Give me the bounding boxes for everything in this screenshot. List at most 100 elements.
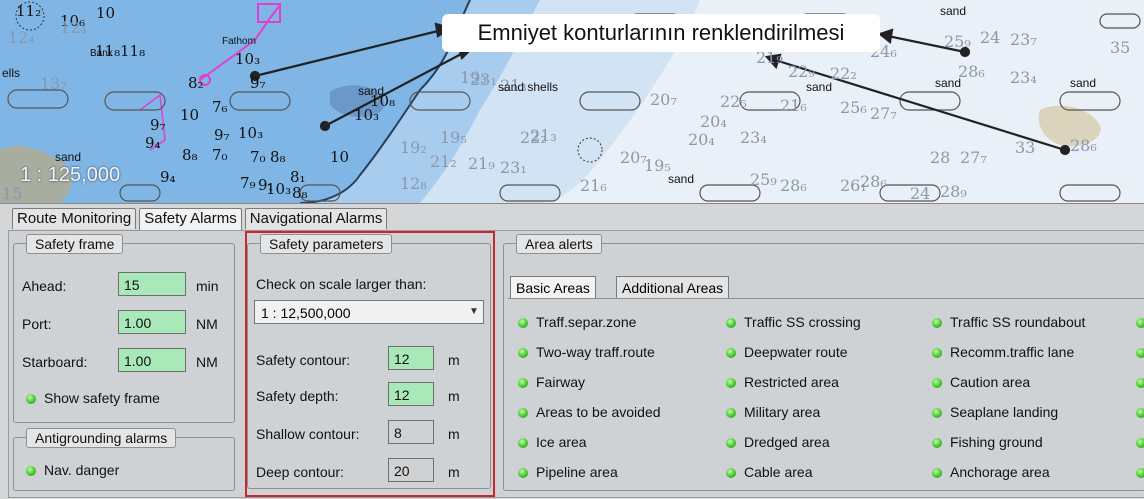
- area-indicator[interactable]: [518, 408, 528, 418]
- tab-route-monitoring[interactable]: Route Monitoring: [12, 208, 137, 229]
- safety-frame-title: Safety frame: [26, 234, 124, 254]
- depth-sounding: 23₇: [1010, 30, 1037, 49]
- port-unit: NM: [196, 316, 218, 332]
- area-indicator[interactable]: [1136, 378, 1144, 388]
- tab-safety-alarms[interactable]: Safety Alarms: [139, 208, 242, 231]
- area-indicator[interactable]: [1136, 318, 1144, 328]
- depth-sounding: 28: [930, 148, 951, 167]
- area-indicator[interactable]: [1136, 408, 1144, 418]
- seabed-label: sand: [940, 4, 967, 18]
- seabed-label: sand: [668, 172, 695, 186]
- depth-sounding: 22₂: [830, 64, 857, 83]
- depth-sounding: 10: [96, 4, 116, 22]
- show-safety-frame-label[interactable]: Show safety frame: [44, 390, 160, 406]
- depth-sounding: 7₉: [240, 174, 256, 192]
- area-alert-label: Traffic SS roundabout: [950, 314, 1086, 330]
- area-indicator[interactable]: [726, 408, 736, 418]
- depth-sounding: 21₉: [468, 154, 495, 173]
- depth-sounding: 23₁: [500, 158, 527, 177]
- area-alert-label: Caution area: [950, 374, 1031, 390]
- seabed-label: sand: [358, 84, 385, 98]
- depth-sounding: 11₂: [16, 2, 42, 20]
- area-alert-label: Cable area: [744, 464, 813, 480]
- ahead-input[interactable]: 15: [118, 272, 186, 296]
- area-indicator[interactable]: [932, 318, 942, 328]
- tab-navigational-alarms[interactable]: Navigational Alarms: [244, 208, 388, 229]
- depth-sounding: 22₅: [720, 92, 747, 111]
- depth-sounding: 10₃: [235, 50, 261, 68]
- area-indicator[interactable]: [1136, 468, 1144, 478]
- area-indicator[interactable]: [932, 348, 942, 358]
- nav-danger-indicator[interactable]: [26, 466, 36, 476]
- area-indicator[interactable]: [518, 468, 528, 478]
- seabed-label: sand: [55, 150, 82, 164]
- area-indicator[interactable]: [726, 318, 736, 328]
- area-indicator[interactable]: [726, 468, 736, 478]
- depth-sounding: 19₅: [644, 156, 671, 175]
- depth-sounding: 20₇: [650, 90, 677, 109]
- depth-sounding: 9₄: [160, 168, 176, 186]
- depth-sounding: 19₂: [400, 138, 427, 157]
- ahead-label: Ahead:: [22, 278, 67, 294]
- depth-sounding: 8₈: [292, 184, 308, 202]
- tab-basic-areas[interactable]: Basic Areas: [510, 276, 596, 299]
- callout-caption: Emniyet konturlarının renklendirilmesi: [442, 14, 880, 52]
- starboard-input[interactable]: 1.00: [118, 348, 186, 372]
- subtab-divider: [508, 298, 1144, 299]
- area-alert-label: Recomm.traffic lane: [950, 344, 1075, 360]
- starboard-label: Starboard:: [22, 354, 88, 370]
- area-indicator[interactable]: [932, 438, 942, 448]
- tab-additional-areas[interactable]: Additional Areas: [616, 276, 730, 299]
- nautical-chart[interactable]: 11₂ 10₆ 11₈ 10 8₂ 9₇ 10₃ 9₄ 8₈ 7₆ 7₀ 9₇ 10 9₇ 10₃ 10₃ 8₈…: [0, 0, 1144, 203]
- area-alert-label: Deepwater route: [744, 344, 848, 360]
- depth-sounding: 8₁: [290, 168, 306, 186]
- depth-sounding: 20₇: [620, 148, 647, 167]
- depth-sounding: 22₂: [520, 128, 547, 147]
- depth-sounding: 21₆: [780, 96, 807, 115]
- depth-sounding: 28₆: [860, 172, 887, 191]
- area-indicator[interactable]: [518, 378, 528, 388]
- area-indicator[interactable]: [932, 468, 942, 478]
- depth-sounding: 23₄: [1010, 68, 1037, 87]
- depth-sounding: 23₄: [740, 128, 767, 147]
- depth-sounding: 9₄: [145, 134, 161, 152]
- depth-sounding: 28₆: [780, 176, 807, 195]
- nav-danger-label[interactable]: Nav. danger: [44, 462, 119, 478]
- antigrounding-group: Antigrounding alarms Nav. danger: [13, 428, 235, 491]
- area-indicator[interactable]: [518, 438, 528, 448]
- port-input[interactable]: 1.00: [118, 310, 186, 334]
- area-alert-label: Fishing ground: [950, 434, 1043, 450]
- seabed-label: sand: [1070, 76, 1097, 90]
- ahead-unit: min: [196, 278, 219, 294]
- depth-sounding: 8₈: [270, 148, 286, 166]
- depth-sounding: 9₇: [214, 126, 230, 144]
- area-indicator[interactable]: [1136, 348, 1144, 358]
- area-alert-label: Two-way traff.route: [536, 344, 655, 360]
- seabed-label: ells: [2, 66, 21, 80]
- area-alert-label: Ice area: [536, 434, 587, 450]
- depth-sounding: 10₃: [266, 180, 292, 198]
- tab-content: Safety frame Ahead: 15 min Port: 1.00 NM…: [8, 230, 1144, 498]
- area-indicator[interactable]: [518, 348, 528, 358]
- depth-sounding: 9₇: [150, 116, 166, 134]
- area-indicator[interactable]: [726, 438, 736, 448]
- area-indicator[interactable]: [726, 378, 736, 388]
- starboard-unit: NM: [196, 354, 218, 370]
- depth-sounding: 19₅: [440, 128, 467, 147]
- area-indicator[interactable]: [1136, 438, 1144, 448]
- area-indicator[interactable]: [726, 348, 736, 358]
- depth-sounding: 12₄: [60, 18, 87, 37]
- depth-sounding: 20₄: [700, 112, 727, 131]
- depth-sounding: 10₃: [354, 106, 380, 124]
- depth-sounding: 21₉: [756, 48, 783, 67]
- area-indicator[interactable]: [932, 378, 942, 388]
- area-alert-label: Military area: [744, 404, 821, 420]
- depth-sounding: 25₆: [840, 98, 867, 117]
- area-alert-label: Traffic SS crossing: [744, 314, 861, 330]
- depth-sounding: 28₆: [1070, 136, 1097, 155]
- show-safety-frame-indicator[interactable]: [26, 394, 36, 404]
- area-indicator[interactable]: [518, 318, 528, 328]
- area-indicator[interactable]: [932, 408, 942, 418]
- depth-sounding: 10: [330, 148, 350, 166]
- depth-sounding: 20₄: [688, 130, 715, 149]
